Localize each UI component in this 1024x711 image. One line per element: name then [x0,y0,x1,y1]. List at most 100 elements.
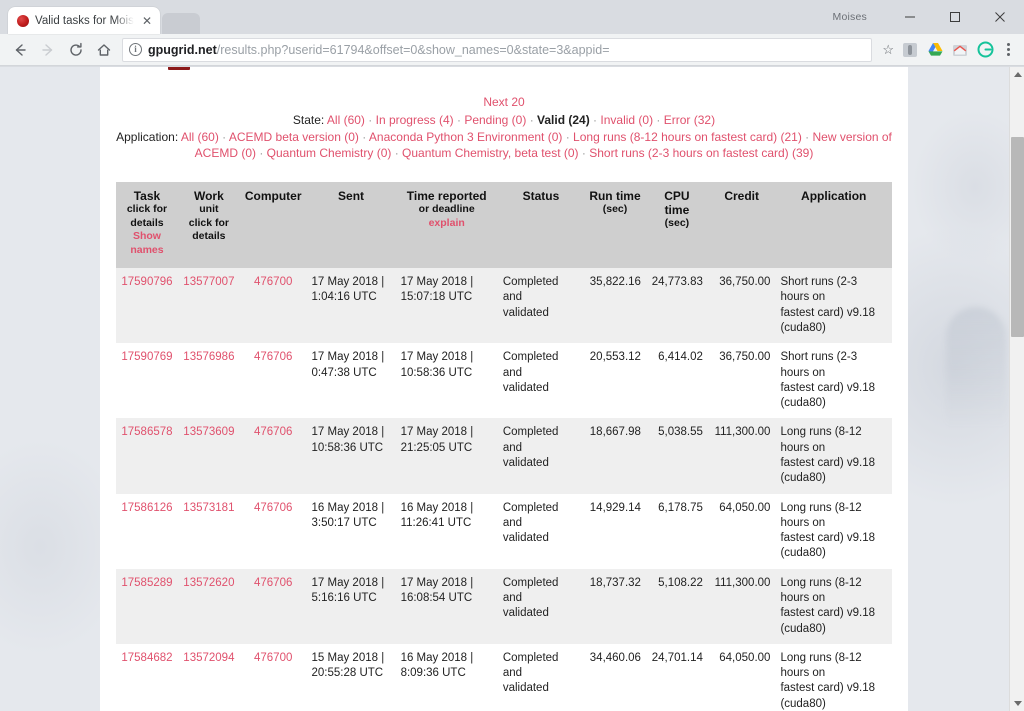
vertical-scrollbar[interactable] [1009,67,1024,711]
cell-task-id[interactable]: 17590769 [116,343,178,419]
cell-computer-id[interactable]: 476706 [239,343,307,419]
cell-workunit-id[interactable]: 13572620 [177,568,240,644]
tab-strip: Valid tasks for Moises Ca ✕ [0,0,833,34]
cell-computer-id-link[interactable]: 476700 [254,276,292,288]
cell-task-id[interactable]: 17586126 [116,493,178,569]
cell-computer-id-link[interactable]: 476706 [254,351,292,363]
header-application: Application [775,181,892,269]
cell-sent-line1: 17 May 2018 | [311,576,385,589]
cell-sent-line1: 17 May 2018 | [311,276,385,289]
header-workunit-title: Work [193,188,224,203]
cell-task-id-link[interactable]: 17590769 [121,351,172,363]
header-workunit: Work unit click for details [177,181,240,269]
cell-run-time: 14,929.14 [584,493,646,569]
window-controls: Moises [833,0,1024,34]
state-filter-pending[interactable]: Pending (0) [464,113,526,127]
cell-workunit-id[interactable]: 13576986 [177,343,240,419]
cell-computer-id[interactable]: 476706 [239,493,307,569]
cell-task-id-link[interactable]: 17585289 [121,577,172,589]
next-20-link[interactable]: Next 20 [483,95,524,109]
google-drive-icon[interactable] [923,38,947,62]
table-row: 17586578 13573609 476706 17 May 2018 | 10:58… [116,418,892,494]
cell-credit: 36,750.00 [707,343,776,419]
browser-titlebar: Valid tasks for Moises Ca ✕ Moises [0,0,1024,34]
cell-task-id-link[interactable]: 17586578 [121,426,172,438]
grammarly-icon[interactable] [973,38,997,62]
cell-computer-id-link[interactable]: 476700 [254,652,292,664]
cell-workunit-id[interactable]: 13577007 [177,268,240,344]
state-filter-all[interactable]: All (60) [327,113,365,127]
cell-computer-id-link[interactable]: 476706 [254,426,292,438]
cell-computer-id[interactable]: 476706 [239,568,307,644]
table-header-row: Task click for details Show names Work u… [116,181,892,269]
app-filter-long-runs[interactable]: Long runs (8-12 hours on fastest card) (… [573,130,802,144]
minimize-button[interactable] [887,2,932,32]
scrollbar-down-arrow-icon[interactable] [1010,696,1024,711]
cell-application-line2: fastest card) v9.18 (cuda80) [780,306,876,335]
reload-icon[interactable] [62,36,90,64]
cell-computer-id[interactable]: 476706 [239,418,307,494]
cell-task-id[interactable]: 17584682 [116,643,178,711]
back-icon[interactable] [6,36,34,64]
cell-workunit-id-link[interactable]: 13573609 [183,426,234,438]
cell-computer-id-link[interactable]: 476706 [254,577,292,589]
state-filter-error[interactable]: Error (32) [664,113,715,127]
app-filter-short-runs[interactable]: Short runs (2-3 hours on fastest card) (… [589,146,813,160]
cell-sent-line2: 1:04:16 UTC [311,291,377,304]
page-info-icon[interactable]: i [129,43,142,56]
cell-computer-id[interactable]: 476700 [239,268,307,344]
close-button[interactable] [977,2,1022,32]
cell-sent-line2: 10:58:36 UTC [311,441,384,454]
app-filter-quantum-chemistry-beta[interactable]: Quantum Chemistry, beta test (0) [402,146,579,160]
app-filter-acemd-beta[interactable]: ACEMD beta version (0) [229,130,359,144]
header-time-reported-l2: or deadline [418,202,475,215]
app-filter-all[interactable]: All (60) [181,130,219,144]
cell-workunit-id-link[interactable]: 13577007 [183,276,234,288]
cell-workunit-id[interactable]: 13573181 [177,493,240,569]
home-icon[interactable] [90,36,118,64]
app-filter-quantum-chemistry[interactable]: Quantum Chemistry (0) [267,146,392,160]
application-filter-row: Application: All (60) · ACEMD beta versi… [116,129,892,161]
state-filter-in-progress[interactable]: In progress (4) [376,113,454,127]
extension-generic-icon[interactable] [898,38,922,62]
cell-task-id[interactable]: 17590796 [116,268,178,344]
cell-task-id[interactable]: 17586578 [116,418,178,494]
scrollbar-up-arrow-icon[interactable] [1010,67,1024,82]
cell-application: Short runs (2-3 hours on fastest card) v9… [775,343,892,419]
address-bar[interactable]: i gpugrid.net/results.php?userid=61794&o… [122,37,873,62]
tab-close-icon[interactable]: ✕ [140,14,154,28]
profile-name-label[interactable]: Moises [833,11,867,23]
explain-link[interactable]: explain [401,217,493,231]
app-filter-anaconda[interactable]: Anaconda Python 3 Environment (0) [369,130,562,144]
cell-time-reported-line1: 17 May 2018 | [400,576,474,589]
chrome-menu-icon[interactable] [998,38,1018,62]
cell-computer-id[interactable]: 476700 [239,643,307,711]
scrollbar-thumb[interactable] [1011,137,1024,337]
cell-workunit-id-link[interactable]: 13572620 [183,577,234,589]
cell-workunit-id[interactable]: 13573609 [177,418,240,494]
cell-application: Short runs (2-3 hours on fastest card) v9… [775,268,892,344]
cell-task-id-link[interactable]: 17586126 [121,502,172,514]
cell-computer-id-link[interactable]: 476706 [254,502,292,514]
header-run-time-l2: (sec) [602,202,628,215]
cell-task-id[interactable]: 17585289 [116,568,178,644]
address-bar-url: gpugrid.net/results.php?userid=61794&off… [148,43,610,57]
header-credit: Credit [707,181,776,269]
cell-workunit-id-link[interactable]: 13573181 [183,502,234,514]
cell-time-reported: 17 May 2018 | 10:58:36 UTC [395,343,498,419]
bookmark-star-icon[interactable]: ☆ [878,42,898,58]
maximize-button[interactable] [932,2,977,32]
cell-cpu-time: 6,178.75 [645,493,708,569]
cell-workunit-id[interactable]: 13572094 [177,643,240,711]
cell-task-id-link[interactable]: 17590796 [121,276,172,288]
cell-task-id-link[interactable]: 17584682 [121,652,172,664]
browser-tab-active[interactable]: Valid tasks for Moises Ca ✕ [8,7,160,34]
new-tab-button[interactable] [162,13,200,34]
cell-time-reported-line1: 16 May 2018 | [400,651,474,664]
cell-workunit-id-link[interactable]: 13576986 [183,351,234,363]
state-filter-invalid[interactable]: Invalid (0) [600,113,653,127]
cell-workunit-id-link[interactable]: 13572094 [183,652,234,664]
extension-house-icon[interactable] [948,38,972,62]
show-names-link-1[interactable]: Show [121,230,173,244]
show-names-link-2[interactable]: names [121,244,173,258]
